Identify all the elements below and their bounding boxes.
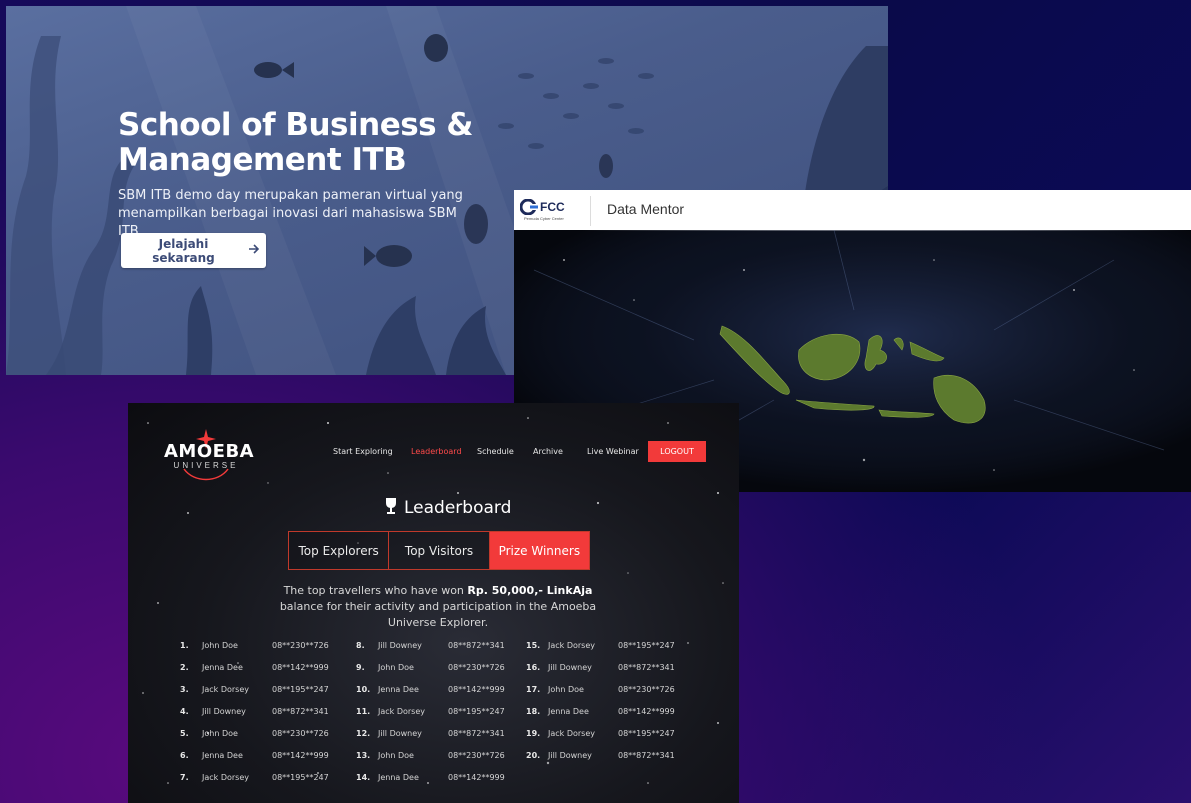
winner-name: Jack Dorsey (202, 773, 250, 782)
winner-name: Jill Downey (378, 641, 422, 650)
winner-name: John Doe (548, 685, 584, 694)
desc-post: balance for their activity and participa… (279, 600, 597, 629)
leaderboard-tabs: Top Explorers Top Visitors Prize Winners (288, 531, 590, 570)
winner-rank: 12. (356, 729, 371, 738)
nav-live-webinar[interactable]: Live Webinar (587, 447, 639, 456)
tab-top-explorers[interactable]: Top Explorers (289, 532, 390, 569)
winner-name: John Doe (378, 663, 414, 672)
winner-name: Jack Dorsey (548, 641, 596, 650)
winner-name: Jack Dorsey (202, 685, 250, 694)
amoeba-logo-subtext: UNIVERSE (173, 461, 239, 470)
winner-rank: 2. (180, 663, 189, 672)
winner-phone: 08**195**247 (272, 773, 329, 782)
fcc-logo-mark-icon (520, 199, 540, 215)
winner-phone: 08**195**247 (618, 641, 675, 650)
nav-start-exploring[interactable]: Start Exploring (333, 447, 393, 456)
winner-name: Jill Downey (378, 729, 422, 738)
fcc-logo[interactable]: FCC Pemuda Cyber Center (520, 198, 580, 224)
winner-phone: 08**230**726 (272, 729, 329, 738)
winner-phone: 08**195**247 (272, 685, 329, 694)
winner-rank: 16. (526, 663, 541, 672)
fcc-logo-text: FCC (540, 200, 565, 214)
winner-name: Jenna Dee (378, 773, 419, 782)
winner-phone: 08**230**726 (272, 641, 329, 650)
tab-top-visitors[interactable]: Top Visitors (389, 532, 490, 569)
title-line-1: School of Business & (118, 107, 473, 143)
winner-rank: 1. (180, 641, 189, 650)
winner-rank: 19. (526, 729, 541, 738)
winner-phone: 08**142**999 (272, 663, 329, 672)
winner-rank: 11. (356, 707, 371, 716)
winner-rank: 10. (356, 685, 371, 694)
winner-name: Jill Downey (202, 707, 246, 716)
explore-now-button[interactable]: Jelajahi sekarang (121, 233, 266, 268)
nav-archive[interactable]: Archive (533, 447, 563, 456)
winner-rank: 15. (526, 641, 541, 650)
winner-rank: 9. (356, 663, 365, 672)
winner-phone: 08**230**726 (448, 751, 505, 760)
winner-name: Jenna Dee (202, 751, 243, 760)
winner-name: Jenna Dee (548, 707, 589, 716)
winner-phone: 08**872**341 (272, 707, 329, 716)
winner-name: Jill Downey (548, 751, 592, 760)
winner-phone: 08**872**341 (448, 729, 505, 738)
winner-rank: 13. (356, 751, 371, 760)
tab-prize-winners[interactable]: Prize Winners (489, 532, 589, 569)
fcc-page-title: Data Mentor (607, 201, 685, 217)
winner-name: Jenna Dee (378, 685, 419, 694)
winner-phone: 08**142**999 (448, 773, 505, 782)
winner-rank: 18. (526, 707, 541, 716)
leaderboard-heading-text: Leaderboard (404, 498, 512, 518)
leaderboard-heading: Leaderboard (384, 497, 511, 519)
winner-rank: 7. (180, 773, 189, 782)
winner-phone: 08**142**999 (272, 751, 329, 760)
winner-phone: 08**230**726 (618, 685, 675, 694)
amoeba-logo[interactable]: AMOEBA UNIVERSE (164, 429, 255, 481)
winner-name: John Doe (202, 641, 238, 650)
prize-description: The top travellers who have won Rp. 50,0… (268, 583, 608, 631)
desc-bold: Rp. 50,000,- LinkAja (467, 584, 593, 597)
winner-phone: 08**872**341 (618, 663, 675, 672)
winner-phone: 08**230**726 (448, 663, 505, 672)
winner-rank: 5. (180, 729, 189, 738)
logout-button[interactable]: LOGOUT (648, 441, 706, 462)
winner-name: Jack Dorsey (378, 707, 426, 716)
winner-phone: 08**142**999 (448, 685, 505, 694)
winner-phone: 08**195**247 (448, 707, 505, 716)
fcc-logo-subtext: Pemuda Cyber Center (524, 216, 564, 221)
winner-rank: 20. (526, 751, 541, 760)
nav-leaderboard[interactable]: Leaderboard (411, 447, 462, 456)
fcc-header: FCC Pemuda Cyber Center Data Mentor (514, 190, 1191, 231)
winner-rank: 17. (526, 685, 541, 694)
title-line-2: Management ITB (118, 142, 407, 178)
header-divider (590, 196, 591, 226)
amoeba-leaderboard-card: AMOEBA UNIVERSE Start Exploring Leaderbo… (128, 403, 739, 803)
winner-rank: 6. (180, 751, 189, 760)
winner-phone: 08**195**247 (618, 729, 675, 738)
winner-phone: 08**872**341 (618, 751, 675, 760)
winner-rank: 3. (180, 685, 189, 694)
page-title: School of Business & Management ITB (118, 108, 538, 178)
winner-phone: 08**142**999 (618, 707, 675, 716)
winner-name: Jill Downey (548, 663, 592, 672)
desc-pre: The top travellers who have won (283, 584, 468, 597)
winner-phone: 08**872**341 (448, 641, 505, 650)
winner-name: Jack Dorsey (548, 729, 596, 738)
winner-name: John Doe (378, 751, 414, 760)
winner-rank: 8. (356, 641, 365, 650)
description-line-1: SBM ITB demo day merupakan pameran virtu… (118, 188, 463, 203)
nav-schedule[interactable]: Schedule (477, 447, 514, 456)
winner-name: John Doe (202, 729, 238, 738)
trophy-icon (384, 497, 398, 520)
amoeba-logo-text: AMOEBA (164, 441, 255, 462)
winner-name: Jenna Dee (202, 663, 243, 672)
explore-now-label: Jelajahi sekarang (152, 236, 215, 265)
arrow-right-icon (248, 243, 260, 258)
winner-rank: 14. (356, 773, 371, 782)
winner-rank: 4. (180, 707, 189, 716)
